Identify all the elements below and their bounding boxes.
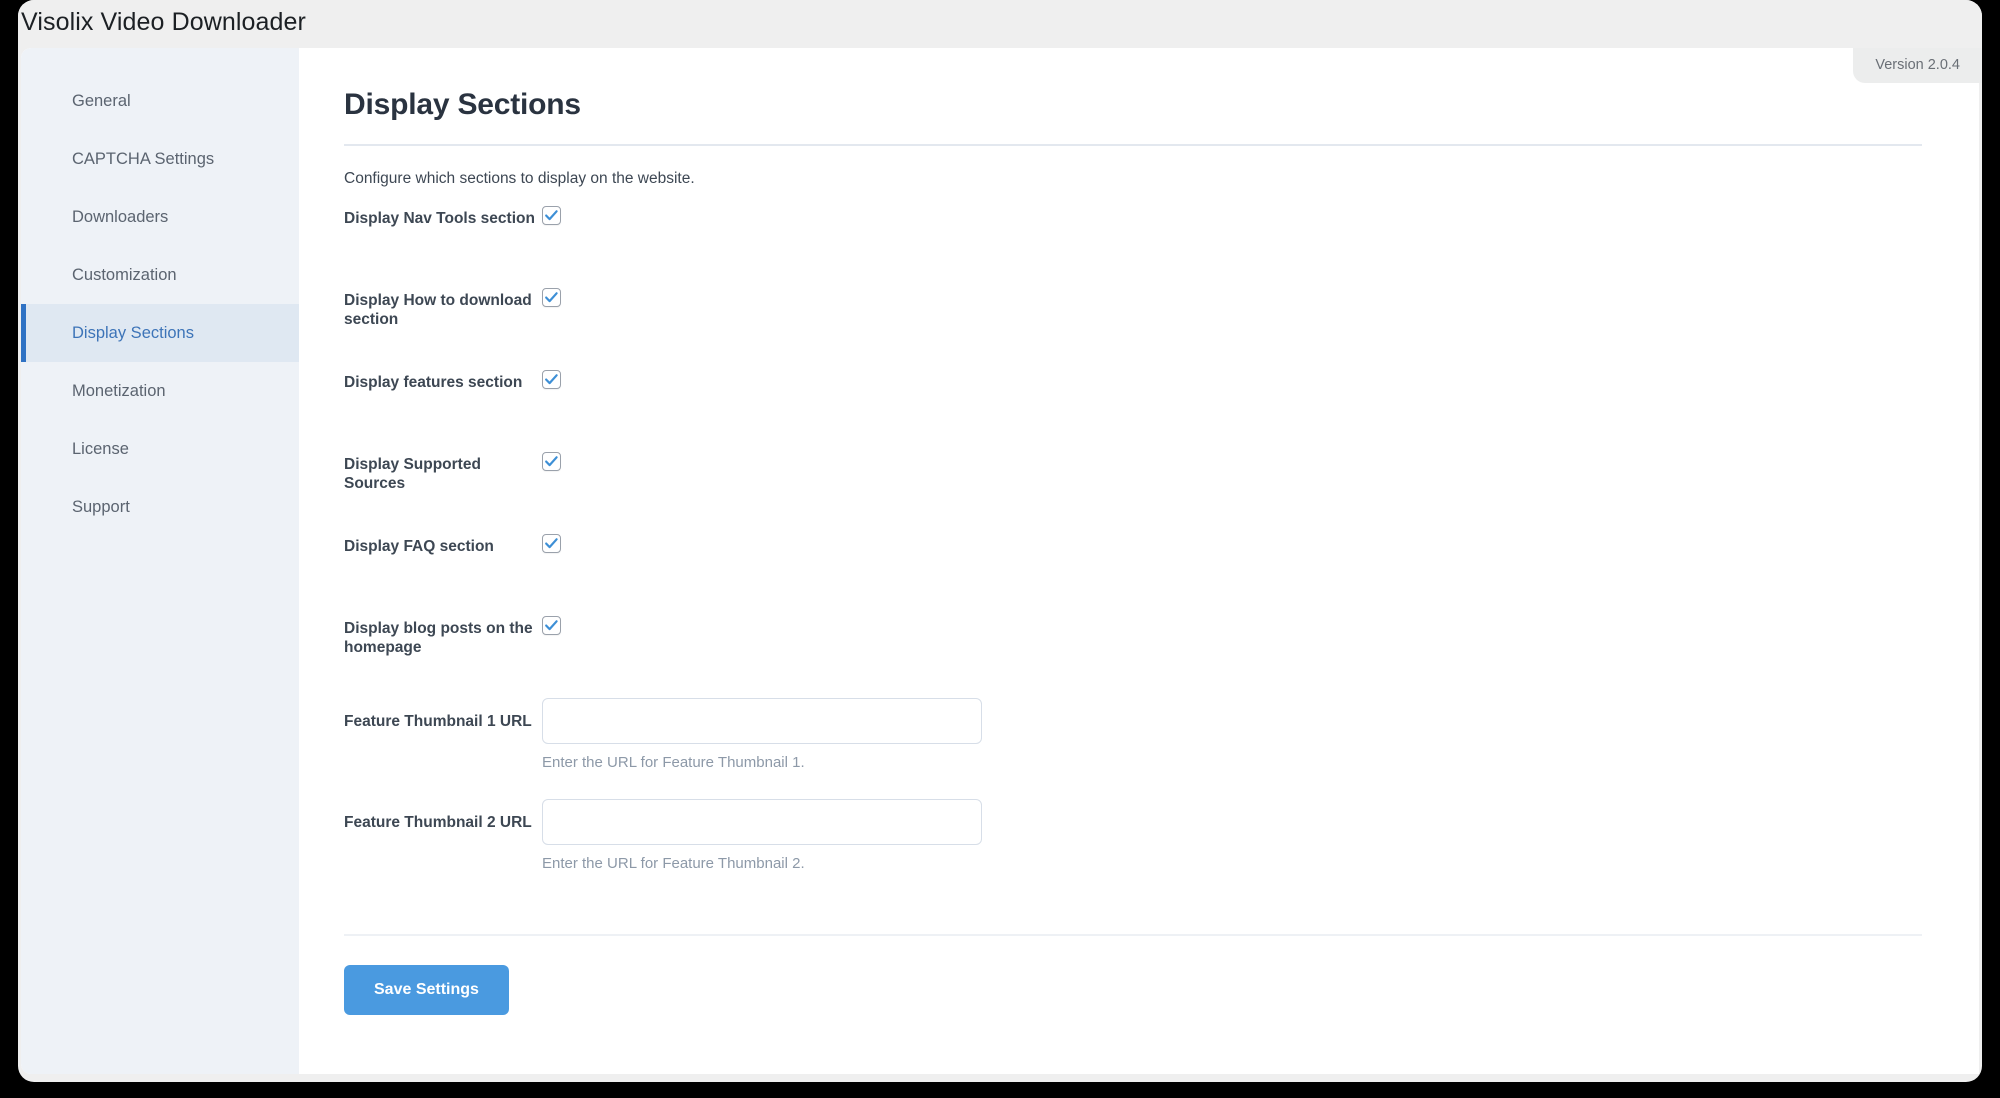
app-title: Visolix Video Downloader <box>21 8 306 36</box>
title-divider <box>344 144 1922 146</box>
sidebar-item-label: CAPTCHA Settings <box>72 149 215 168</box>
sidebar-item-label: Support <box>72 497 130 516</box>
text-input-control: Enter the URL for Feature Thumbnail 1. <box>542 698 1979 771</box>
checkbox-toggle[interactable] <box>542 452 561 471</box>
checkbox-row-label: Display Supported Sources <box>344 456 481 493</box>
sidebar-item-captcha-settings[interactable]: CAPTCHA Settings <box>21 130 299 188</box>
sidebar-item-label: License <box>72 439 129 458</box>
checkbox-control <box>542 616 1979 635</box>
checkbox-row: Display FAQ section <box>299 534 1979 584</box>
checkbox-row: Display features section <box>299 370 1979 420</box>
feature-thumbnail-2-url-input[interactable] <box>542 799 982 845</box>
sidebar-item-display-sections[interactable]: Display Sections <box>21 304 299 362</box>
sidebar-item-label: General <box>72 91 131 110</box>
text-input-row-label: Feature Thumbnail 2 URL <box>344 814 532 831</box>
checkmark-icon <box>545 538 558 549</box>
checkmark-icon <box>545 210 558 221</box>
checkbox-toggle[interactable] <box>542 370 561 389</box>
checkbox-control <box>542 206 1979 225</box>
checkbox-row-label: Display FAQ section <box>344 538 494 555</box>
checkbox-control <box>542 452 1979 471</box>
save-settings-button[interactable]: Save Settings <box>344 965 509 1015</box>
checkbox-control <box>542 288 1979 307</box>
page-subtitle: Configure which sections to display on t… <box>344 170 695 187</box>
input-help-text: Enter the URL for Feature Thumbnail 2. <box>542 855 805 872</box>
sidebar-item-label: Monetization <box>72 381 166 400</box>
checkbox-row-label: Display blog posts on the homepage <box>344 620 533 657</box>
sidebar-item-general[interactable]: General <box>21 72 299 130</box>
checkbox-row: Display blog posts on the homepage <box>299 616 1979 666</box>
sidebar-item-label: Customization <box>72 265 177 284</box>
checkbox-row: Display Supported Sources <box>299 452 1979 502</box>
sidebar-item-customization[interactable]: Customization <box>21 246 299 304</box>
sidebar-item-monetization[interactable]: Monetization <box>21 362 299 420</box>
checkbox-toggle[interactable] <box>542 534 561 553</box>
main-content-panel: Display Sections Configure which section… <box>299 48 1979 1074</box>
sidebar-item-license[interactable]: License <box>21 420 299 478</box>
checkbox-row-label: Display How to download section <box>344 292 532 329</box>
content-frame: General CAPTCHA Settings Downloaders Custom… <box>21 48 1979 1074</box>
app-window: Visolix Video Downloader Version 2.0.4 G… <box>18 0 1982 1082</box>
sidebar-item-label: Downloaders <box>72 207 169 226</box>
settings-form: Display Nav Tools section Display How to … <box>299 206 1979 872</box>
text-input-row: Feature Thumbnail 2 URL Enter the URL for… <box>299 799 1979 872</box>
feature-thumbnail-1-url-input[interactable] <box>542 698 982 744</box>
checkmark-icon <box>545 456 558 467</box>
text-input-control: Enter the URL for Feature Thumbnail 2. <box>542 799 1979 872</box>
sidebar-item-support[interactable]: Support <box>21 478 299 536</box>
checkmark-icon <box>545 620 558 631</box>
checkbox-row: Display How to download section <box>299 288 1979 338</box>
checkbox-row-label: Display features section <box>344 374 523 391</box>
sidebar-item-downloaders[interactable]: Downloaders <box>21 188 299 246</box>
text-input-row: Feature Thumbnail 1 URL Enter the URL for… <box>299 698 1979 771</box>
checkbox-row: Display Nav Tools section <box>299 206 1979 256</box>
input-help-text: Enter the URL for Feature Thumbnail 1. <box>542 754 805 771</box>
version-badge: Version 2.0.4 <box>1853 48 1982 83</box>
text-input-row-label: Feature Thumbnail 1 URL <box>344 713 532 730</box>
checkmark-icon <box>545 374 558 385</box>
checkbox-toggle[interactable] <box>542 288 561 307</box>
checkbox-toggle[interactable] <box>542 206 561 225</box>
window-titlebar: Visolix Video Downloader <box>18 0 1982 48</box>
page-title: Display Sections <box>344 88 581 121</box>
checkbox-control <box>542 534 1979 553</box>
sidebar-nav: General CAPTCHA Settings Downloaders Custom… <box>21 48 299 1074</box>
checkbox-toggle[interactable] <box>542 616 561 635</box>
checkbox-control <box>542 370 1979 389</box>
checkmark-icon <box>545 292 558 303</box>
sidebar-item-label: Display Sections <box>72 323 194 342</box>
checkbox-row-label: Display Nav Tools section <box>344 210 535 227</box>
footer-divider <box>344 934 1922 936</box>
